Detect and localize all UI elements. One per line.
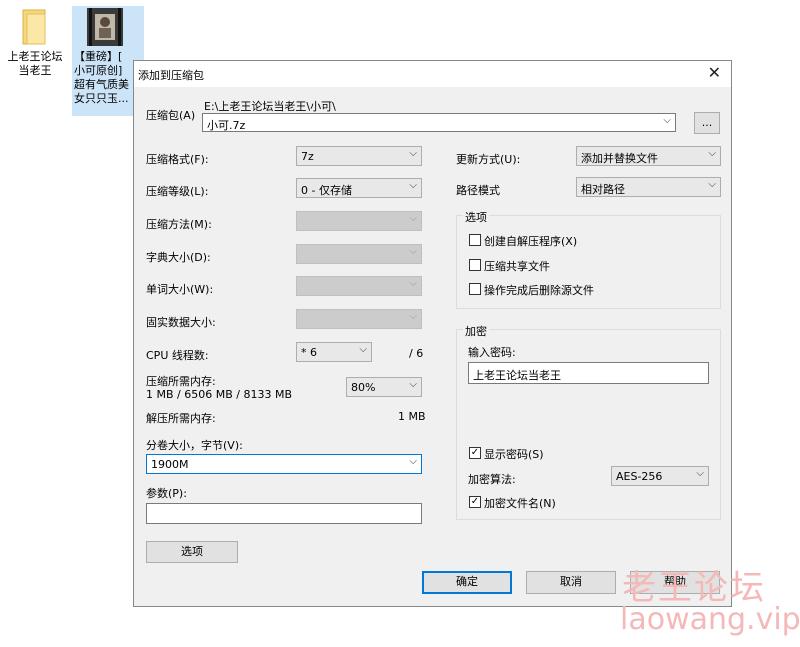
close-icon[interactable]: ✕ [708,63,721,83]
delete-source-checkbox[interactable] [469,283,481,295]
folder-label-line1: 上老王论坛 [7,50,63,63]
volume-combo[interactable]: 1900M ⌵ [146,454,422,474]
delete-source-label: 操作完成后删除源文件 [484,284,594,297]
archive-path: E:\上老王论坛当老王\小可\ [204,100,336,113]
dict-label: 字典大小(D): [146,251,211,264]
folder-icon [22,9,46,45]
sfx-checkbox[interactable] [469,234,481,246]
solid-label: 固实数据大小: [146,316,216,329]
format-combo[interactable]: 7z ⌵ [296,146,422,166]
chevron-down-icon: ⌵ [409,278,417,289]
title-bar[interactable]: 添加到压缩包 ✕ [134,61,731,87]
chevron-down-icon: ⌵ [409,456,417,467]
cancel-button[interactable]: 取消 [526,571,616,594]
enc-method-combo[interactable]: AES-256 ⌵ [611,466,709,486]
mem-percent-combo[interactable]: 80% ⌵ [346,377,422,397]
mem-decompress-value: 1 MB [398,410,426,423]
browse-button[interactable]: ... [694,112,720,134]
video-thumbnail-icon [87,8,123,46]
desktop-folder[interactable]: 上老王论坛 当老王 [0,6,70,86]
word-label: 单词大小(W): [146,283,214,296]
encrypt-names-checkbox[interactable]: ✓ [469,496,481,508]
word-combo: ⌵ [296,276,422,296]
encryption-group-title: 加密 [463,323,489,339]
password-value: 上老王论坛当老王 [473,369,561,382]
path-mode-combo[interactable]: 相对路径 ⌵ [576,177,721,197]
chevron-down-icon: ⌵ [359,344,367,355]
archive-label: 压缩包(A) [146,109,196,122]
mem-compress-value: 1 MB / 6506 MB / 8133 MB [146,388,292,401]
params-label: 参数(P): [146,487,187,500]
method-combo: ⌵ [296,211,422,231]
cpu-total: / 6 [409,347,424,360]
archive-name-value: 小可.7z [207,119,246,132]
method-label: 压缩方法(M): [146,218,212,231]
chevron-down-icon: ⌵ [663,115,671,126]
cpu-combo[interactable]: * 6 ⌵ [296,342,372,362]
level-label: 压缩等级(L): [146,185,209,198]
update-value: 添加并替换文件 [581,152,658,165]
encrypt-names-label: 加密文件名(N) [484,497,556,510]
chevron-down-icon: ⌵ [409,311,417,322]
volume-value: 1900M [151,458,189,471]
enc-method-label: 加密算法: [468,473,516,486]
level-combo[interactable]: 0 - 仅存储 ⌵ [296,178,422,198]
cpu-value: * 6 [301,346,317,359]
enc-method-value: AES-256 [616,470,663,483]
chevron-down-icon: ⌵ [409,213,417,224]
solid-combo: ⌵ [296,309,422,329]
folder-label-line2: 当老王 [18,64,52,77]
cpu-label: CPU 线程数: [146,349,209,362]
password-label: 输入密码: [468,346,516,359]
chevron-down-icon: ⌵ [409,180,417,191]
options-group-title: 选项 [463,209,489,225]
chevron-down-icon: ⌵ [409,148,417,159]
password-input[interactable]: 上老王论坛当老王 [468,362,709,384]
params-input[interactable] [146,503,422,524]
level-value: 0 - 仅存储 [301,184,352,197]
ok-button[interactable]: 确定 [422,571,512,594]
show-password-label: 显示密码(S) [484,448,544,461]
sfx-label: 创建自解压程序(X) [484,235,578,248]
volume-label: 分卷大小，字节(V): [146,439,243,452]
mem-decompress-label: 解压所需内存: [146,412,216,425]
shared-checkbox[interactable] [469,259,481,271]
format-label: 压缩格式(F): [146,153,209,166]
shared-label: 压缩共享文件 [484,260,550,273]
show-password-checkbox[interactable]: ✓ [469,447,481,459]
format-value: 7z [301,150,314,163]
mem-compress-label: 压缩所需内存: [146,375,216,388]
options-button[interactable]: 选项 [146,541,238,563]
path-mode-value: 相对路径 [581,183,625,196]
dict-combo: ⌵ [296,244,422,264]
add-to-archive-dialog: 添加到压缩包 ✕ 压缩包(A) E:\上老王论坛当老王\小可\ 小可.7z ⌵ … [133,60,732,607]
chevron-down-icon: ⌵ [696,468,704,479]
update-label: 更新方式(U): [456,153,521,166]
archive-name-combo[interactable]: 小可.7z ⌵ [202,113,676,132]
mem-percent-value: 80% [351,381,376,394]
chevron-down-icon: ⌵ [708,179,716,190]
chevron-down-icon: ⌵ [409,246,417,257]
dialog-title: 添加到压缩包 [138,69,204,82]
update-combo[interactable]: 添加并替换文件 ⌵ [576,146,721,166]
path-mode-label: 路径模式 [456,184,500,197]
watermark-url: laowang.vip [620,602,800,637]
chevron-down-icon: ⌵ [708,148,716,159]
chevron-down-icon: ⌵ [409,379,417,390]
